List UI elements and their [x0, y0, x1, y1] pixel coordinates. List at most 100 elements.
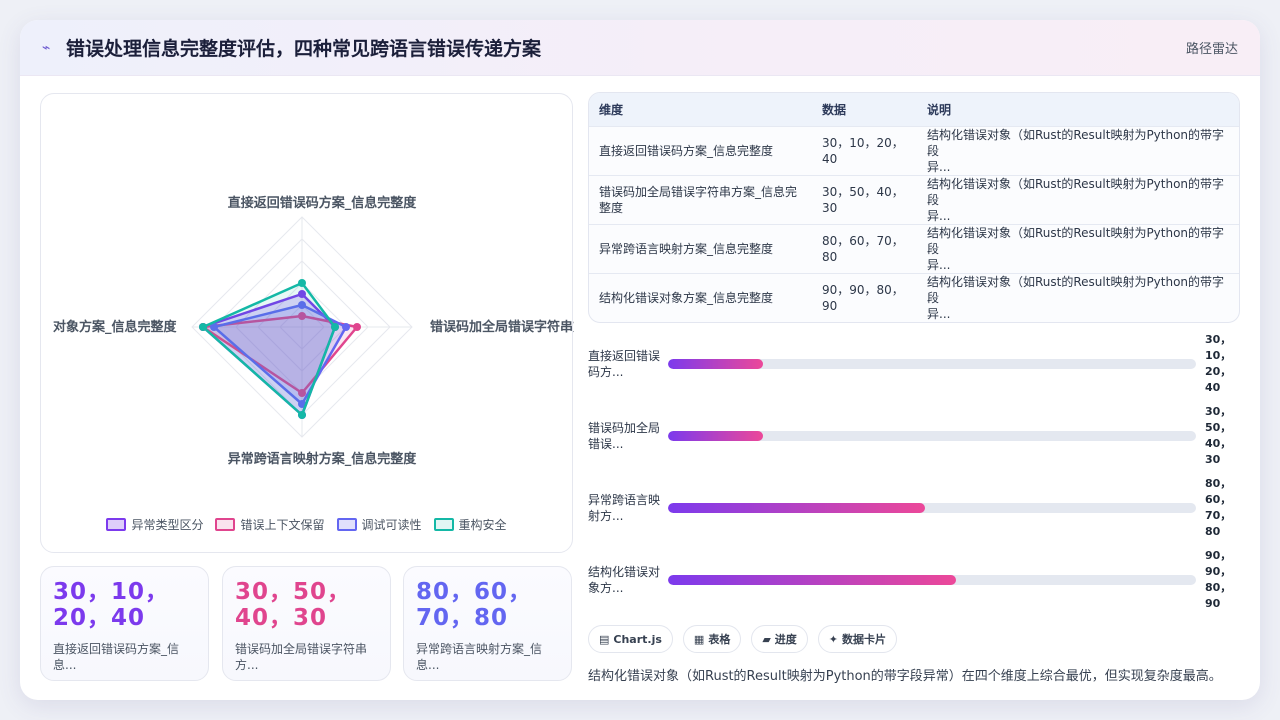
radar-series-area — [201, 281, 337, 417]
stat-card: 30，10， 20，40 直接返回错误码方案_信 息... — [40, 566, 209, 681]
value-line: 20， — [1205, 365, 1232, 378]
stat-value-line: 30，50， — [235, 579, 352, 605]
cell-line: 整度 — [599, 200, 624, 215]
progress-label: 错误码加全局 错误... — [588, 420, 668, 452]
value-line: 90， — [1205, 565, 1232, 578]
radar-point — [331, 323, 339, 331]
stat-value-line: 20，40 — [53, 605, 146, 631]
cell-line: 30，10，20， — [822, 135, 904, 150]
stat-card: 30，50， 40，30 错误码加全局错误字符串 方... — [222, 566, 391, 681]
table-icon: ▦ — [693, 632, 705, 646]
cell-line: 异常跨语言映射方案_信息完整度 — [599, 241, 774, 256]
progress-icon: ▰ — [762, 632, 771, 646]
progress-fill — [668, 431, 764, 441]
stat-cards: 30，10， 20，40 直接返回错误码方案_信 息... 30，50， 40，… — [40, 566, 573, 681]
progress-label: 异常跨语言映 射方... — [588, 492, 668, 524]
cell-line: 40 — [822, 151, 838, 166]
value-line: 80， — [1205, 477, 1232, 490]
label-line: 射方... — [588, 509, 624, 523]
legend-swatch — [433, 518, 454, 531]
cell-line: 异... — [927, 306, 951, 321]
page-title: 错误处理信息完整度评估，四种常见跨语言错误传递方案 — [66, 38, 542, 60]
value-line: 40， — [1205, 437, 1232, 450]
cell-line: 异... — [927, 208, 951, 223]
label-line: 错误... — [588, 437, 624, 451]
label-line: 异常跨语言映 — [588, 493, 661, 507]
progress-track — [668, 431, 1196, 441]
chart-legend: 异常类型区分 错误上下文保留 调试可读性 重构安全 — [41, 516, 572, 533]
value-line: 30， — [1205, 405, 1232, 418]
chip-label: 数据卡片 — [842, 633, 887, 646]
chip-table[interactable]: ▦ 表格 — [682, 625, 742, 653]
progress-row: 异常跨语言映 射方... 80， 60， 70， 80 — [588, 477, 1240, 538]
table-cell-value: 30，50，40， 30 — [812, 174, 917, 224]
cell-line: 90，90，80， — [822, 282, 904, 297]
chip-label: 表格 — [708, 633, 731, 646]
legend-item[interactable]: 错误上下文保留 — [215, 516, 325, 533]
chip-chartjs[interactable]: ▤ Chart.js — [588, 625, 673, 653]
value-line: 90， — [1205, 549, 1232, 562]
value-line: 30， — [1205, 333, 1232, 346]
legend-label: 错误上下文保留 — [240, 518, 325, 532]
value-line: 40 — [1205, 381, 1221, 394]
tech-chips: ▤ Chart.js ▦ 表格 ▰ 进度 ✦ 数据卡片 — [588, 625, 898, 653]
radar-point — [298, 279, 306, 287]
stat-value: 30，10， 20，40 — [53, 579, 196, 631]
stat-label-line: 息... — [53, 658, 77, 672]
radar-axis-label: 直接返回错误码方案_信息完整度 — [228, 195, 418, 211]
legend-item[interactable]: 异常类型区分 — [106, 516, 203, 533]
table-cell-desc: 结构化错误对象（如Rust的Result映射为Python的带字段 异... — [917, 272, 1239, 322]
cell-line: 90 — [822, 298, 838, 313]
chip-label: 进度 — [774, 633, 797, 646]
table-row: 直接返回错误码方案_信息完整度 30，10，20， 40 结构化错误对象（如Rus… — [589, 125, 1239, 175]
chart-icon: ▤ — [599, 632, 610, 646]
chip-data-card[interactable]: ✦ 数据卡片 — [817, 625, 898, 653]
legend-label: 调试可读性 — [361, 518, 422, 532]
progress-row: 结构化错误对 象方... 90， 90， 80， 90 — [588, 549, 1240, 610]
legend-label: 重构安全 — [458, 518, 507, 532]
cell-line: 30 — [822, 200, 838, 215]
table-header-cell: 数据 — [812, 93, 917, 126]
summary-text: 结构化错误对象（如Rust的Result映射为Python的带字段异常）在四个维… — [588, 669, 1222, 684]
legend-swatch — [336, 518, 357, 531]
progress-track — [668, 503, 1196, 513]
value-line: 70， — [1205, 509, 1232, 522]
progress-row: 直接返回错误 码方... 30， 10， 20， 40 — [588, 333, 1240, 394]
legend-swatch — [215, 518, 236, 531]
table-row: 异常跨语言映射方案_信息完整度 80，60，70， 80 结构化错误对象（如Rus… — [589, 223, 1239, 273]
cell-line: 30，50，40， — [822, 184, 904, 199]
stat-value-line: 70，80 — [416, 605, 509, 631]
legend-item[interactable]: 调试可读性 — [336, 516, 422, 533]
stat-label-line: 息... — [416, 658, 440, 672]
stat-label: 直接返回错误码方案_信 息... — [53, 641, 196, 673]
header-tag: 路径雷达 — [1185, 42, 1238, 57]
stat-label-line: 错误码加全局错误字符串 — [235, 642, 368, 656]
progress-value: 30， 50， 40， 30 — [1205, 404, 1235, 468]
stat-label: 异常跨语言映射方案_信 息... — [416, 641, 559, 673]
table-cell-name: 直接返回错误码方案_信息完整度 — [589, 125, 812, 175]
progress-label: 结构化错误对 象方... — [588, 564, 668, 596]
radar-chart-panel: 直接返回错误码方案_信息完整度错误码加全局错误字符串方案_ 异常跨语言映射方案_信… — [40, 93, 574, 553]
cell-line: 异... — [927, 159, 951, 174]
chip-label: Chart.js — [613, 632, 662, 646]
label-line: 象方... — [588, 581, 624, 595]
radar-axis-label: 对象方案_信息完整度 — [53, 319, 178, 335]
data-table: 维度 数据 说明 直接返回错误码方案_信息完整度 30，10，20， 40 结构化… — [588, 92, 1240, 323]
title-wrap: ⌁ 错误处理信息完整度评估，四种常见跨语言错误传递方案 — [42, 34, 541, 61]
value-line: 80， — [1205, 581, 1232, 594]
progress-label: 直接返回错误 码方... — [588, 348, 668, 380]
stat-label: 错误码加全局错误字符串 方... — [235, 641, 378, 673]
table-cell-value: 30，10，20， 40 — [812, 125, 917, 175]
progress-row: 错误码加全局 错误... 30， 50， 40， 30 — [588, 404, 1240, 468]
legend-item[interactable]: 重构安全 — [433, 516, 507, 533]
cell-line: 80，60，70， — [822, 233, 904, 248]
radar-point — [342, 323, 350, 331]
route-icon: ⌁ — [42, 39, 51, 56]
stat-card: 80，60， 70，80 异常跨语言映射方案_信 息... — [403, 566, 572, 681]
radar-chart: 直接返回错误码方案_信息完整度错误码加全局错误字符串方案_ 异常跨语言映射方案_信… — [53, 195, 574, 467]
chip-progress[interactable]: ▰ 进度 — [751, 625, 808, 653]
stat-label-line: 方... — [235, 658, 259, 672]
stat-label-line: 异常跨语言映射方案_信 — [416, 642, 543, 656]
cell-line: 结构化错误对象（如Rust的Result映射为Python的带字段 — [927, 127, 1225, 158]
sparkle-icon: ✦ — [828, 632, 839, 646]
